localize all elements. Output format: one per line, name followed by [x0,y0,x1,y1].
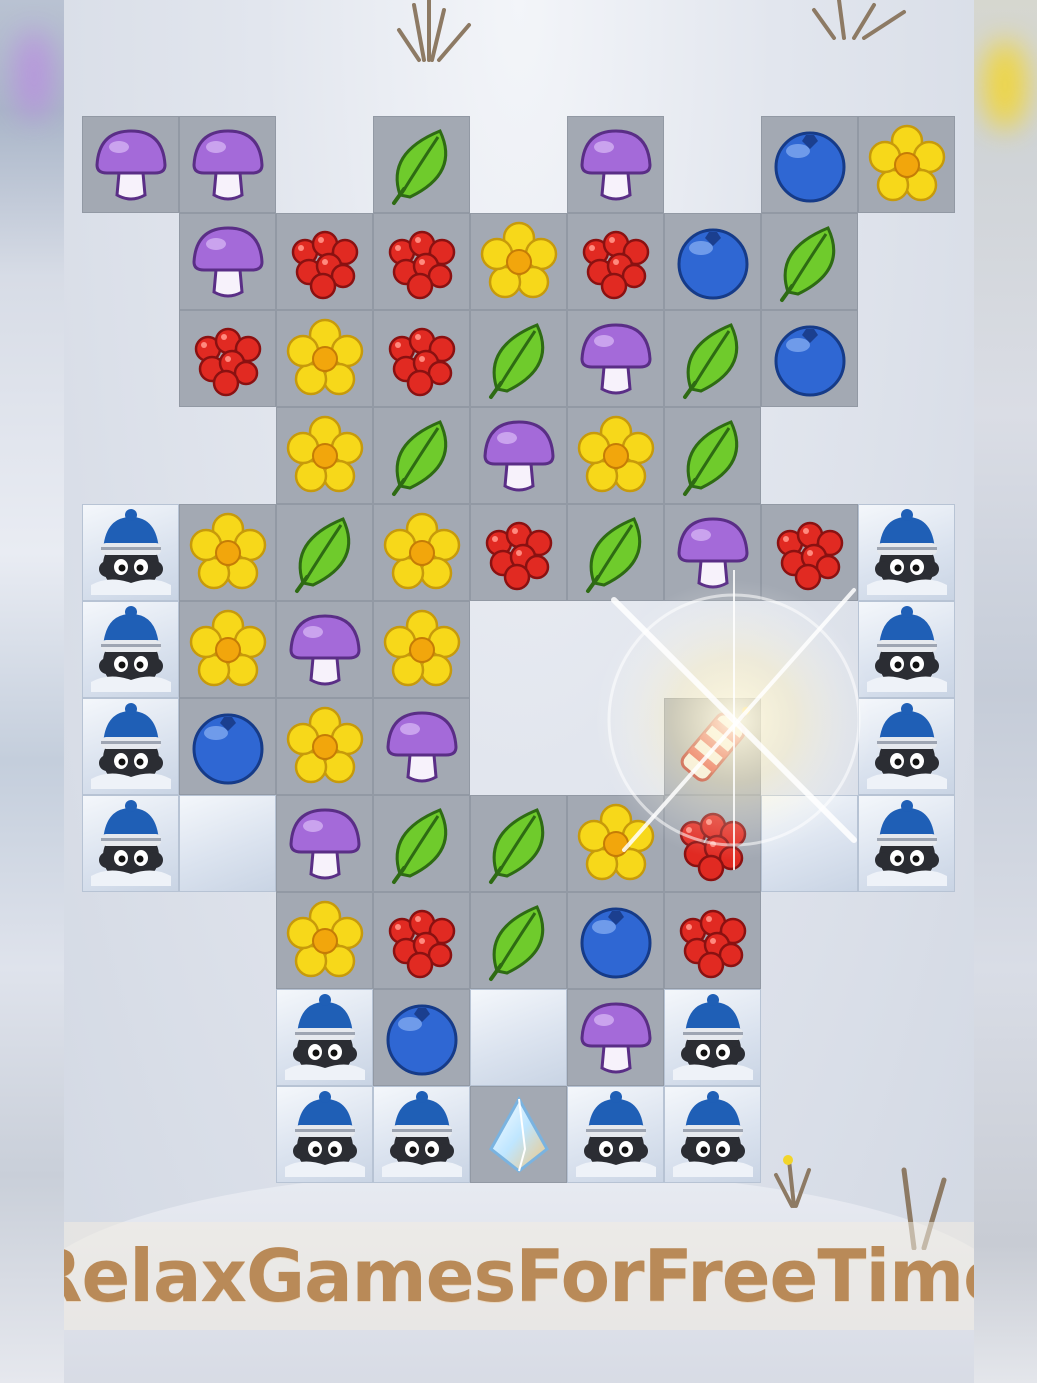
firecracker-icon[interactable] [664,698,761,795]
mushroom-icon[interactable] [470,407,567,504]
board-cell[interactable] [761,795,858,892]
leaf-icon[interactable] [373,116,470,213]
raspberry-icon[interactable] [664,795,761,892]
yeti-icon[interactable] [664,989,761,1086]
yeti-icon[interactable] [858,504,955,601]
yeti-icon[interactable] [858,601,955,698]
yeti-icon[interactable] [373,1086,470,1183]
blueberry-icon[interactable] [761,116,858,213]
leaf-icon[interactable] [373,795,470,892]
board-cell[interactable] [179,795,276,892]
yeti-icon[interactable] [858,795,955,892]
mushroom-icon[interactable] [567,116,664,213]
mushroom-icon[interactable] [276,601,373,698]
flower-icon[interactable] [179,601,276,698]
raspberry-icon[interactable] [276,213,373,310]
yeti-icon[interactable] [82,795,179,892]
mushroom-icon[interactable] [82,116,179,213]
yeti-icon[interactable] [82,698,179,795]
mushroom-icon[interactable] [179,213,276,310]
mushroom-icon[interactable] [179,116,276,213]
leaf-icon[interactable] [470,310,567,407]
game-board [64,0,974,1383]
yeti-icon[interactable] [567,1086,664,1183]
leaf-icon[interactable] [276,504,373,601]
flower-icon[interactable] [470,213,567,310]
mushroom-icon[interactable] [567,310,664,407]
mushroom-icon[interactable] [373,698,470,795]
raspberry-icon[interactable] [373,213,470,310]
blueberry-icon[interactable] [179,698,276,795]
flower-icon[interactable] [276,310,373,407]
flower-icon[interactable] [858,116,955,213]
blurred-right-panel [974,0,1037,1383]
blueberry-icon[interactable] [567,892,664,989]
flower-icon[interactable] [373,601,470,698]
raspberry-icon[interactable] [761,504,858,601]
yeti-icon[interactable] [664,1086,761,1183]
raspberry-icon[interactable] [179,310,276,407]
yeti-icon[interactable] [82,601,179,698]
watermark: RelaxGamesForFreeTime [64,1222,974,1330]
leaf-icon[interactable] [664,407,761,504]
yeti-icon[interactable] [276,989,373,1086]
flower-icon[interactable] [276,892,373,989]
yeti-icon[interactable] [858,698,955,795]
leaf-icon[interactable] [470,892,567,989]
leaf-icon[interactable] [470,795,567,892]
raspberry-icon[interactable] [373,310,470,407]
board-cell[interactable] [470,989,567,1086]
blueberry-icon[interactable] [761,310,858,407]
leaf-icon[interactable] [664,310,761,407]
raspberry-icon[interactable] [664,892,761,989]
mushroom-icon[interactable] [567,989,664,1086]
flower-icon[interactable] [276,698,373,795]
blueberry-icon[interactable] [373,989,470,1086]
flower-icon[interactable] [179,504,276,601]
flower-icon[interactable] [567,795,664,892]
leaf-icon[interactable] [761,213,858,310]
mushroom-icon[interactable] [664,504,761,601]
watermark-text: RelaxGamesForFreeTime [64,1234,974,1318]
raspberry-icon[interactable] [373,892,470,989]
leaf-icon[interactable] [373,407,470,504]
raspberry-icon[interactable] [567,213,664,310]
mushroom-icon[interactable] [276,795,373,892]
blueberry-icon[interactable] [664,213,761,310]
blurred-left-panel [0,0,64,1383]
flower-icon[interactable] [276,407,373,504]
yeti-icon[interactable] [276,1086,373,1183]
flower-icon[interactable] [373,504,470,601]
raspberry-icon[interactable] [470,504,567,601]
crystal-icon[interactable] [470,1086,567,1183]
game-scene: RelaxGamesForFreeTime [64,0,974,1383]
leaf-icon[interactable] [567,504,664,601]
flower-icon[interactable] [567,407,664,504]
yeti-icon[interactable] [82,504,179,601]
